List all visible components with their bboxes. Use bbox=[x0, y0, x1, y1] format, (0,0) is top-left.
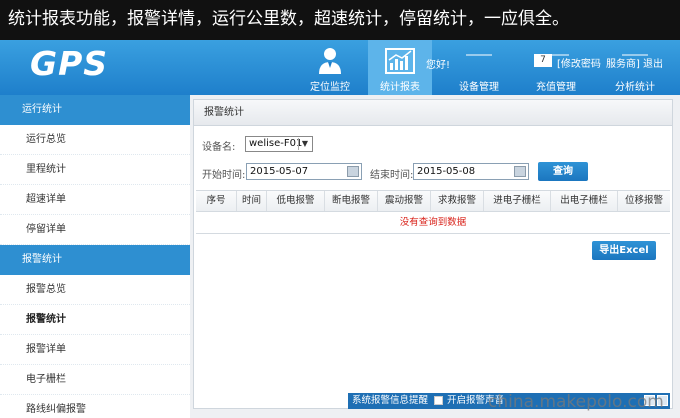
service-provider-link[interactable]: 服务商] bbox=[606, 55, 640, 70]
sidebar-section-run-statistics[interactable]: 运行统计 bbox=[0, 95, 190, 125]
change-password-link[interactable]: [修改密码 bbox=[557, 55, 601, 70]
chart-report-icon bbox=[385, 48, 415, 74]
nav-device-management[interactable]: 设备管理 bbox=[444, 40, 514, 95]
column-header: 序号 bbox=[206, 195, 226, 206]
column-header: 震动报警 bbox=[377, 191, 430, 211]
start-time-label: 开始时间: bbox=[202, 170, 246, 181]
column-header: 低电报警 bbox=[266, 191, 324, 211]
column-header: 求救报警 bbox=[430, 191, 483, 211]
chevron-down-icon: ▼ bbox=[298, 138, 311, 150]
device-label: 设备名: bbox=[202, 142, 236, 153]
export-excel-button[interactable]: 导出Excel bbox=[592, 241, 656, 260]
end-time-input[interactable]: 2015-05-08 bbox=[413, 163, 529, 180]
column-header: 出电子栅栏 bbox=[550, 191, 617, 211]
sidebar-item-route-deviation-alarm[interactable]: 路线纠偏报警 bbox=[0, 395, 190, 418]
nav-label: 定位监控 bbox=[310, 82, 350, 93]
column-header: 位移报警 bbox=[617, 191, 670, 211]
sidebar-item-stay-details[interactable]: 停留详单 bbox=[0, 215, 190, 245]
query-button[interactable]: 查询 bbox=[538, 162, 588, 181]
promo-banner: 统计报表功能，报警详情，运行公里数，超速统计，停留统计，一应俱全。 bbox=[0, 0, 680, 40]
start-time-input[interactable]: 2015-05-07 bbox=[246, 163, 362, 180]
nav-label: 充值管理 bbox=[536, 82, 576, 93]
sidebar-item-overspeed-details[interactable]: 超速详单 bbox=[0, 185, 190, 215]
sidebar-item-run-overview[interactable]: 运行总览 bbox=[0, 125, 190, 155]
nav-label: 分析统计 bbox=[615, 82, 655, 93]
column-header: 进电子栅栏 bbox=[483, 191, 550, 211]
device-icon bbox=[466, 54, 492, 56]
empty-result-row: 没有查询到数据 bbox=[196, 212, 670, 234]
app-header: GPS 定位监控 统计报表 您好! 设备管理 充值管理 分析统计 7 [修改密码 bbox=[0, 40, 680, 95]
query-form: 设备名: welise-F01 ▼ 开始时间: 2015-05-07 结束时间:… bbox=[198, 133, 668, 189]
sidebar-item-mileage-statistics[interactable]: 里程统计 bbox=[0, 155, 190, 185]
nav-label: 设备管理 bbox=[459, 82, 499, 93]
sidebar-section-alarm-statistics[interactable]: 报警统计 bbox=[0, 245, 190, 275]
alarm-statistics-panel: 报警统计 设备名: welise-F01 ▼ 开始时间: 2015-05-07 … bbox=[193, 99, 673, 409]
sidebar-item-alarm-details[interactable]: 报警详单 bbox=[0, 335, 190, 365]
user-badge: 7 bbox=[534, 54, 552, 67]
calendar-icon[interactable] bbox=[514, 166, 526, 177]
calendar-icon[interactable] bbox=[347, 166, 359, 177]
end-time-label: 结束时间: bbox=[370, 170, 414, 181]
watermark: china.makepolo.com bbox=[488, 392, 664, 412]
alarm-notification-title: 系统报警信息提醒 bbox=[352, 395, 429, 406]
nav-statistics-report[interactable]: 统计报表 bbox=[368, 40, 432, 95]
banner-text: 统计报表功能，报警详情，运行公里数，超速统计，停留统计，一应俱全。 bbox=[8, 9, 569, 29]
logout-link[interactable]: 退出 bbox=[643, 55, 663, 70]
nav-label: 统计报表 bbox=[380, 82, 420, 93]
start-time-value: 2015-05-07 bbox=[250, 166, 309, 177]
left-sidebar: 运行统计 运行总览 里程统计 超速详单 停留详单 报警统计 报警总览 报警统计 … bbox=[0, 95, 190, 418]
person-icon bbox=[319, 48, 341, 74]
sidebar-item-geofence[interactable]: 电子栅栏 bbox=[0, 365, 190, 395]
device-select-value: welise-F01 bbox=[249, 138, 303, 149]
table-header: 序号 时间 低电报警 断电报警 震动报警 求救报警 进电子栅栏 出电子栅栏 位移… bbox=[196, 190, 670, 212]
nav-location-monitor[interactable]: 定位监控 bbox=[298, 40, 362, 95]
end-time-value: 2015-05-08 bbox=[417, 166, 476, 177]
column-header: 时间 bbox=[236, 191, 266, 211]
alarm-sound-checkbox[interactable] bbox=[434, 396, 443, 405]
sidebar-item-alarm-statistics[interactable]: 报警统计 bbox=[0, 305, 190, 335]
panel-title: 报警统计 bbox=[194, 100, 672, 126]
device-select[interactable]: welise-F01 ▼ bbox=[245, 136, 313, 152]
sidebar-item-alarm-overview[interactable]: 报警总览 bbox=[0, 275, 190, 305]
app-logo: GPS bbox=[30, 44, 109, 83]
main-content: 报警统计 设备名: welise-F01 ▼ 开始时间: 2015-05-07 … bbox=[190, 95, 680, 418]
column-header: 断电报警 bbox=[324, 191, 377, 211]
